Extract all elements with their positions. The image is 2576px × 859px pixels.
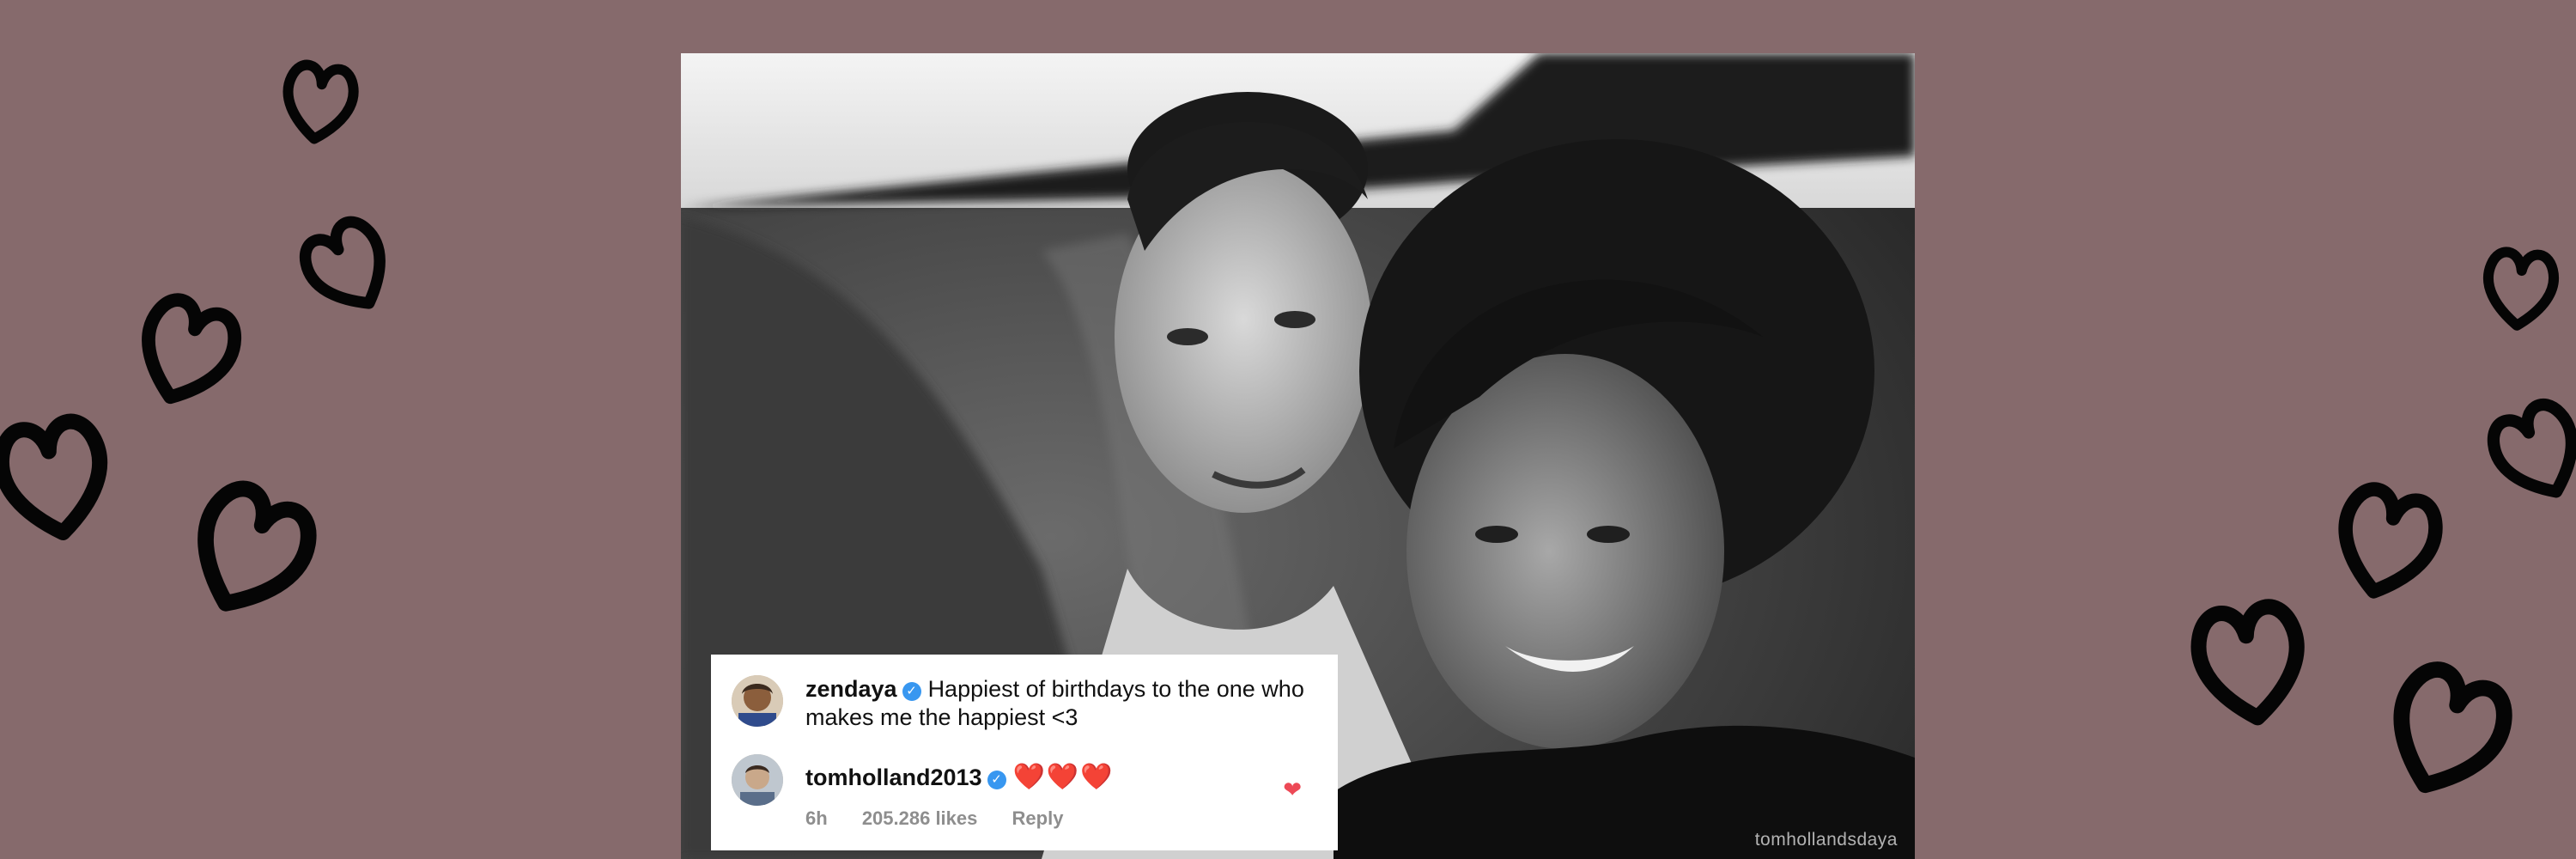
watermark: tomhollandsdaya xyxy=(1754,830,1898,850)
hand-drawn-heart-icon xyxy=(2378,661,2515,804)
verified-badge-icon: ✓ xyxy=(902,682,921,701)
comment-hearts: ❤️❤️❤️ xyxy=(1012,763,1115,791)
heart-filled-icon[interactable]: ❤ xyxy=(1283,777,1302,803)
hand-drawn-heart-icon xyxy=(296,214,400,321)
comment-meta: 6h 205.286 likes Reply xyxy=(805,807,1092,830)
comment-text-block: tomholland2013 ✓ ❤️❤️❤️ xyxy=(805,763,1321,792)
hand-drawn-heart-icon xyxy=(130,293,243,411)
hand-drawn-heart-icon xyxy=(179,479,319,624)
comment-username[interactable]: tomholland2013 xyxy=(805,765,982,790)
comment-likes[interactable]: 205.286 likes xyxy=(862,807,978,829)
hand-drawn-heart-icon xyxy=(282,63,356,143)
hand-drawn-heart-icon xyxy=(0,417,112,541)
comment-username[interactable]: zendaya xyxy=(805,676,897,702)
avatar-zendaya-icon xyxy=(732,675,783,727)
avatar[interactable] xyxy=(732,675,783,727)
hand-drawn-heart-icon xyxy=(2330,484,2443,603)
hand-drawn-heart-icon xyxy=(2194,603,2306,724)
verified-badge-icon: ✓ xyxy=(987,771,1006,789)
instagram-comments-card: zendaya ✓ Happiest of birthdays to the one… xyxy=(711,655,1338,850)
comment-zendaya: zendaya ✓ Happiest of birthdays to the one… xyxy=(711,667,1338,744)
reply-button[interactable]: Reply xyxy=(1012,807,1064,829)
comment-text-block: zendaya ✓ Happiest of birthdays to the one… xyxy=(805,675,1321,732)
avatar-tomholland-icon xyxy=(732,754,783,806)
comment-time: 6h xyxy=(805,807,828,829)
hand-drawn-heart-icon xyxy=(2485,398,2576,509)
avatar[interactable] xyxy=(732,754,783,806)
comment-tomholland2013: tomholland2013 ✓ ❤️❤️❤️ 6h 205.286 likes R… xyxy=(711,754,1338,840)
hand-drawn-heart-icon xyxy=(2484,251,2555,328)
